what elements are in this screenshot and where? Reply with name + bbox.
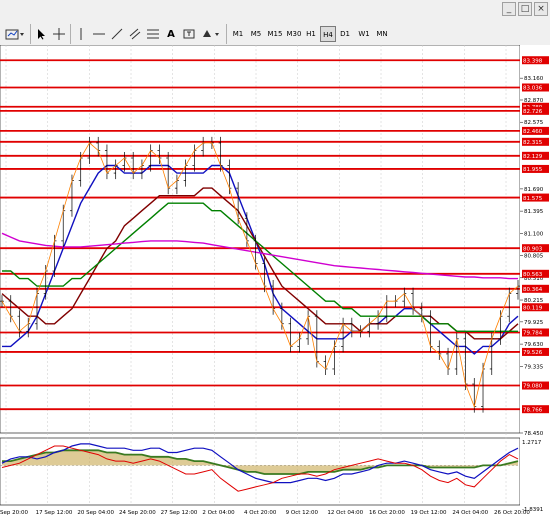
horizontal-line-icon	[93, 33, 105, 35]
horizontal-line-tool[interactable]	[92, 26, 106, 42]
time-axis-label: 24 Oct 04:00	[452, 510, 488, 516]
channel-tool[interactable]	[128, 26, 142, 42]
channel-icon	[129, 28, 141, 40]
time-axis-label: 4 Oct 20:00	[244, 510, 277, 516]
price-tick-label: 79.925	[524, 320, 544, 326]
tf-w1-button[interactable]: W1	[356, 26, 372, 42]
level-price-label: 81.575	[523, 196, 543, 202]
tf-m1-button[interactable]: M1	[230, 26, 246, 42]
level-price-label: 79.526	[523, 350, 543, 356]
level-price-label: 80.119	[523, 305, 543, 311]
window-controls: _ □ ×	[502, 2, 548, 16]
tf-h4-button[interactable]: H4	[320, 26, 336, 42]
fibonacci-icon	[147, 29, 159, 39]
main-panel[interactable]	[0, 45, 521, 434]
price-tick-label: 83.160	[524, 76, 544, 82]
time-axis-label: 16 Oct 20:00	[369, 510, 405, 516]
shapes-dropdown[interactable]	[200, 26, 222, 42]
price-tick-label: 81.100	[524, 231, 544, 237]
close-button[interactable]: ×	[534, 2, 548, 16]
price-tick-label: 79.630	[524, 342, 544, 348]
level-price-label: 82.315	[523, 140, 543, 146]
level-price-label: 80.563	[523, 272, 543, 278]
level-price-label: 79.080	[523, 384, 543, 390]
price-tick-label: 80.215	[524, 298, 544, 304]
chart-area[interactable]: Sep 20:00 17 Sep 12:00 20 Sep 04:00 24 Sep …	[0, 45, 550, 517]
level-price-label: 81.955	[523, 167, 543, 173]
crosshair-tool[interactable]	[52, 26, 66, 42]
price-tick-label: 81.690	[524, 187, 544, 193]
price-tick-label: 78.450	[524, 431, 544, 437]
maximize-button[interactable]: □	[518, 2, 532, 16]
label-tool[interactable]	[182, 26, 196, 42]
price-tick-label: 80.805	[524, 254, 544, 260]
level-price-label: 82.460	[523, 129, 543, 135]
oscillator-min-label: -1.8391	[522, 507, 543, 513]
tf-m5-button[interactable]: M5	[248, 26, 264, 42]
chart-type-dropdown[interactable]	[4, 26, 26, 42]
toolbar-separator	[70, 24, 71, 44]
level-price-label: 82.726	[523, 109, 543, 115]
time-axis-label: 17 Sep 12:00	[36, 510, 73, 516]
tf-m30-button[interactable]: M30	[285, 26, 303, 42]
vertical-line-icon	[80, 28, 82, 40]
level-price-label: 83.398	[523, 58, 543, 64]
time-axis-label: 20 Sep 04:00	[77, 510, 114, 516]
toolbar-separator	[226, 24, 227, 44]
chart-bars-icon	[5, 29, 24, 40]
time-axis-label: 2 Oct 04:00	[202, 510, 235, 516]
price-tick-label: 79.335	[524, 364, 544, 370]
level-price-label: 79.784	[523, 331, 543, 337]
time-axis-label: Sep 20:00	[0, 510, 28, 516]
toolbar-separator	[30, 24, 31, 44]
time-axis-label: 12 Oct 04:00	[327, 510, 363, 516]
trendline-tool[interactable]	[110, 26, 124, 42]
price-tick-label: 81.395	[524, 209, 544, 215]
time-axis-label: 19 Oct 12:00	[411, 510, 447, 516]
text-tool[interactable]: A	[164, 26, 178, 42]
level-price-label: 80.903	[523, 246, 543, 252]
tf-m15-button[interactable]: M15	[266, 26, 284, 42]
toolbar: _ □ × A M1 M5 M15 M30 H1 H4 D1 W1 MN	[0, 0, 550, 46]
level-price-label: 80.364	[523, 287, 543, 293]
level-price-label: 78.766	[523, 407, 543, 413]
arrow-cursor-icon	[38, 29, 45, 40]
shapes-icon	[203, 30, 219, 37]
tf-mn-button[interactable]: MN	[374, 26, 390, 42]
tf-d1-button[interactable]: D1	[338, 26, 352, 42]
time-axis-label: 9 Oct 12:00	[286, 510, 319, 516]
time-axis-label: 24 Sep 20:00	[119, 510, 156, 516]
price-tick-label: 82.575	[524, 120, 544, 126]
fibonacci-tool[interactable]	[146, 26, 160, 42]
oscillator-max-label: 1.2717	[522, 440, 542, 446]
crosshair-icon	[53, 28, 65, 40]
level-price-label: 83.036	[523, 86, 543, 92]
tf-h1-button[interactable]: H1	[304, 26, 318, 42]
trendline-icon	[111, 28, 123, 40]
cursor-tool[interactable]	[34, 26, 48, 42]
text-label-icon	[183, 29, 195, 39]
vertical-line-tool[interactable]	[74, 26, 88, 42]
level-price-label: 82.129	[523, 154, 543, 160]
time-axis-label: 27 Sep 12:00	[161, 510, 198, 516]
minimize-button[interactable]: _	[502, 2, 516, 16]
